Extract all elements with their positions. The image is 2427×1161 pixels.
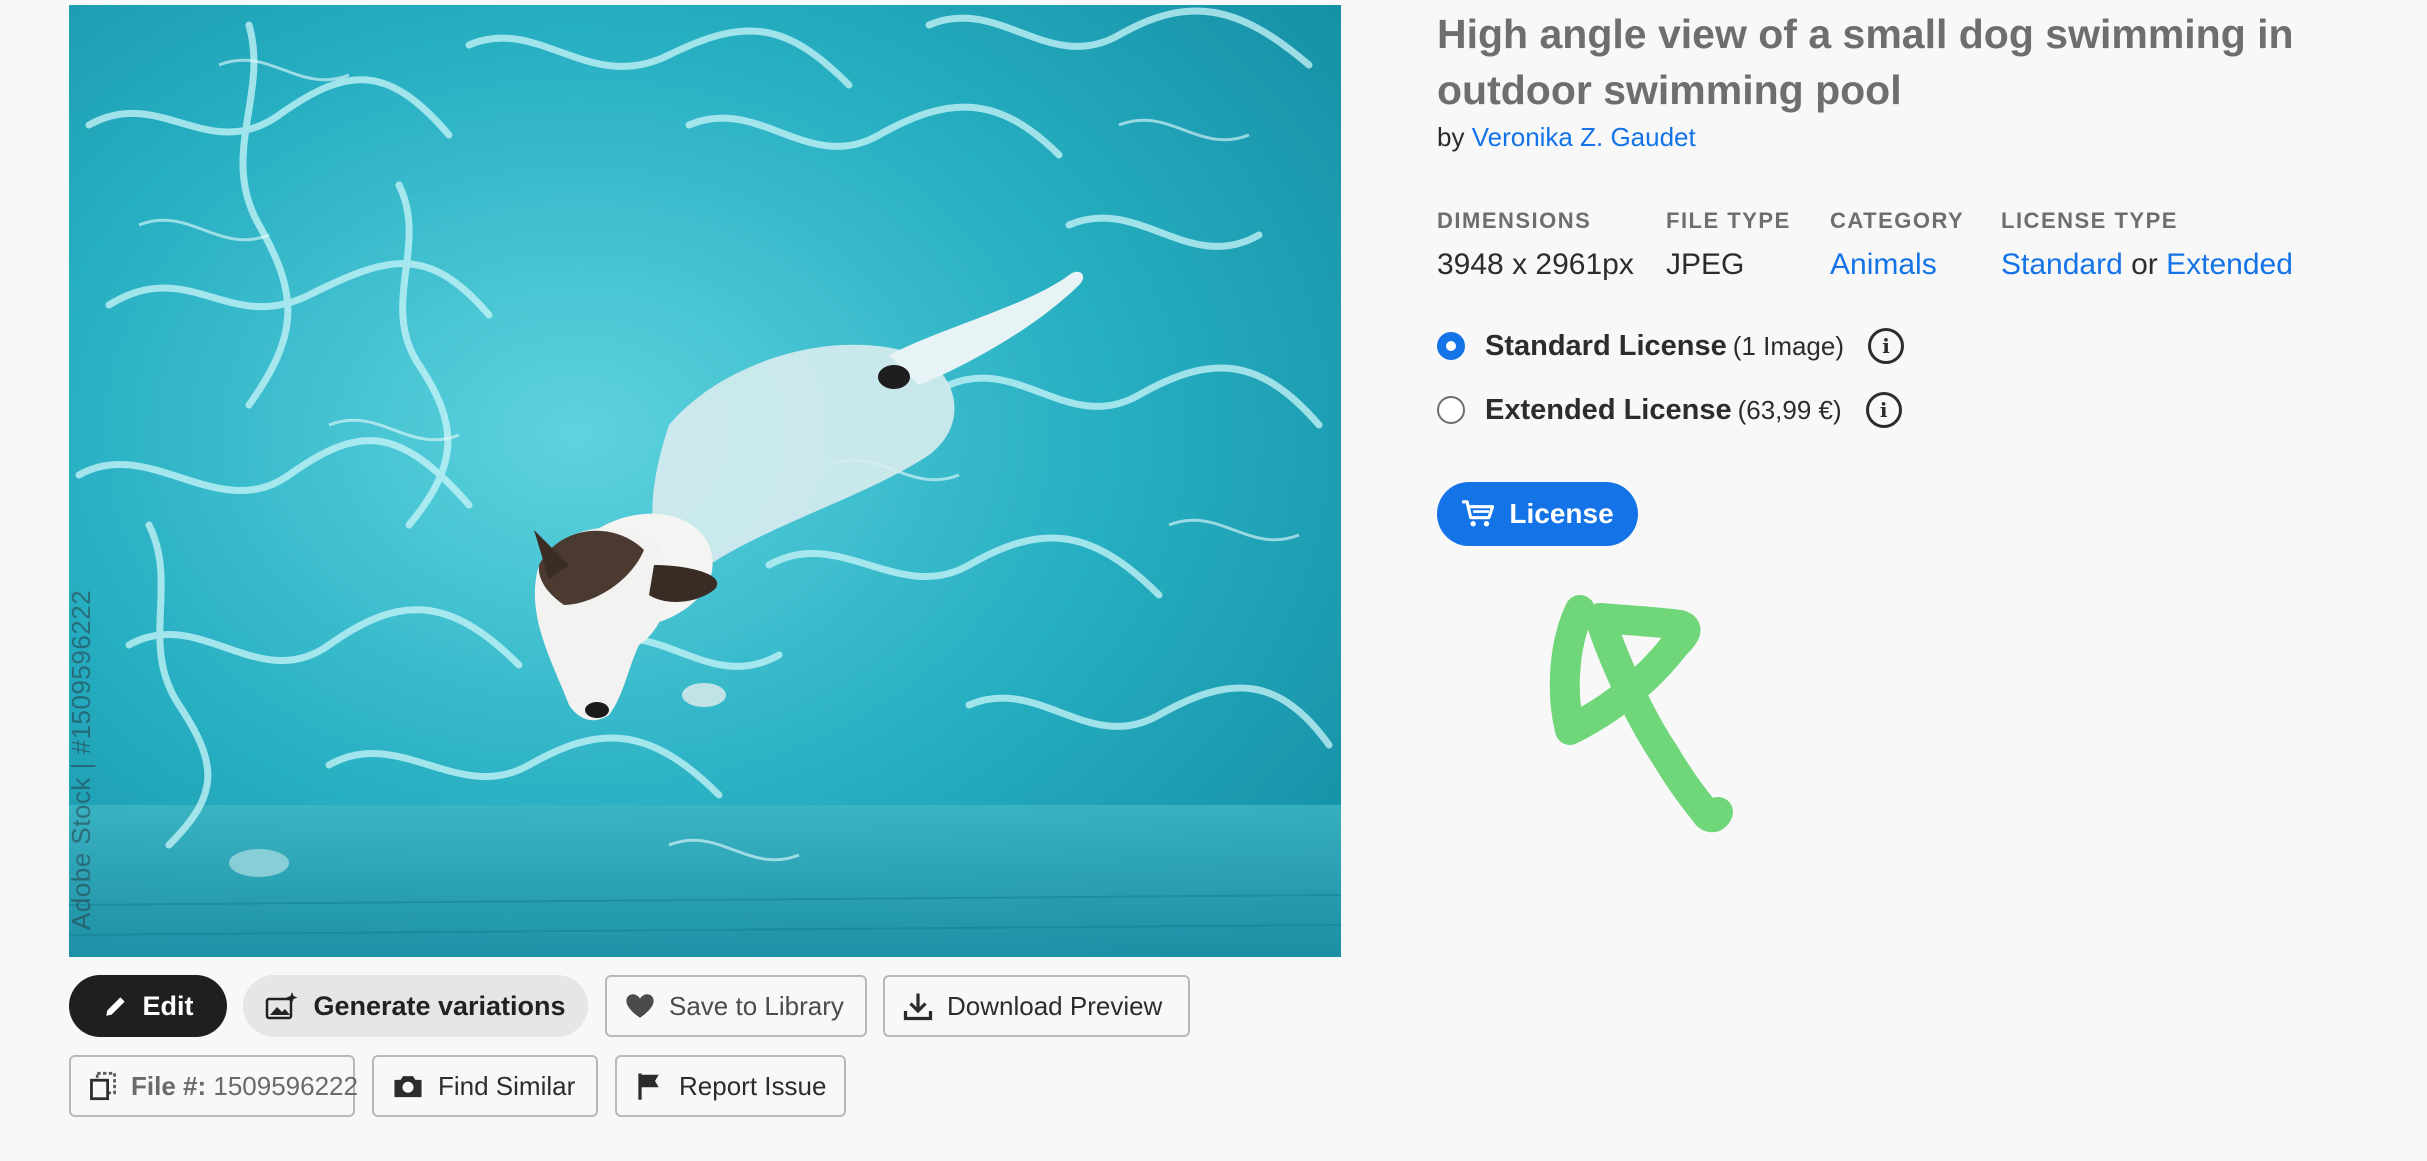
extended-license-info-icon[interactable]: i (1865, 392, 1902, 428)
report-issue-label: Report Issue (679, 1070, 827, 1101)
pencil-icon (103, 993, 129, 1019)
dimensions-meta: DIMENSIONS 3948 x 2961px (1437, 208, 1634, 282)
extended-license-name: Extended License (1485, 393, 1732, 426)
heart-icon (625, 993, 655, 1019)
dimensions-heading: DIMENSIONS (1437, 208, 1592, 233)
standard-license-name: Standard License (1485, 329, 1727, 362)
extended-license-note: (63,99 €) (1737, 394, 1842, 425)
save-to-library-label: Save to Library (669, 990, 844, 1021)
find-similar-label: Find Similar (438, 1070, 576, 1101)
flag-icon (635, 1071, 665, 1101)
download-preview-label: Download Preview (947, 990, 1163, 1021)
file-number-button[interactable]: File #: 1509596222 (69, 1055, 358, 1117)
category-meta: CATEGORY Animals (1830, 208, 1964, 282)
save-to-library-button[interactable]: Save to Library (605, 975, 867, 1037)
standard-license-note: (1 Image) (1732, 330, 1845, 361)
find-similar-button[interactable]: Find Similar (372, 1055, 598, 1117)
extended-license-link[interactable]: Extended (2166, 248, 2293, 281)
green-scribble-annotation (1549, 595, 1733, 833)
dimensions-value: 3948 x 2961px (1437, 248, 1634, 281)
standard-license-info-icon[interactable]: i (1868, 328, 1905, 364)
download-icon (903, 991, 933, 1021)
file-number-label: File #: (131, 1070, 207, 1101)
filetype-value: JPEG (1666, 248, 1745, 281)
edit-button[interactable]: Edit (69, 975, 227, 1037)
filetype-heading: FILE TYPE (1666, 208, 1791, 233)
download-preview-button[interactable]: Download Preview (883, 975, 1190, 1037)
file-number-value: 1509596222 (213, 1070, 358, 1101)
generate-variations-button[interactable]: Generate variations (243, 975, 588, 1037)
report-issue-button[interactable]: Report Issue (615, 1055, 846, 1117)
stock-image-preview[interactable] (69, 5, 1341, 957)
cart-icon (1461, 499, 1495, 529)
category-heading: CATEGORY (1830, 208, 1965, 233)
asset-title: High angle view of a small dog swimming … (1437, 11, 2294, 113)
category-link[interactable]: Animals (1830, 248, 1937, 281)
generate-variations-label: Generate variations (313, 990, 566, 1021)
image-watermark: Adobe Stock | #1509596222 (66, 589, 96, 930)
extended-license-radio[interactable] (1437, 396, 1465, 424)
copy-icon (89, 1071, 117, 1101)
author-byline: by Veronika Z. Gaudet (1437, 122, 1696, 153)
license-button[interactable]: License (1437, 482, 1638, 546)
author-link[interactable]: Veronika Z. Gaudet (1472, 122, 1696, 152)
license-button-label: License (1509, 498, 1614, 529)
license-type-meta: LICENSE TYPE Standard or Extended (2001, 208, 2293, 282)
standard-license-radio[interactable] (1437, 332, 1465, 360)
filetype-meta: FILE TYPE JPEG (1666, 208, 1791, 282)
standard-license-link[interactable]: Standard (2001, 248, 2123, 281)
license-option-standard[interactable]: Standard License (1 Image) i (1437, 328, 1905, 364)
generate-image-icon (265, 991, 299, 1021)
camera-icon (392, 1072, 424, 1100)
edit-button-label: Edit (142, 990, 194, 1021)
by-prefix: by (1437, 122, 1465, 152)
license-type-heading: LICENSE TYPE (2001, 208, 2178, 233)
license-or-text: or (2131, 248, 2158, 281)
license-option-extended[interactable]: Extended License (63,99 €) i (1437, 392, 1902, 428)
dog-in-pool-photo (69, 5, 1341, 957)
